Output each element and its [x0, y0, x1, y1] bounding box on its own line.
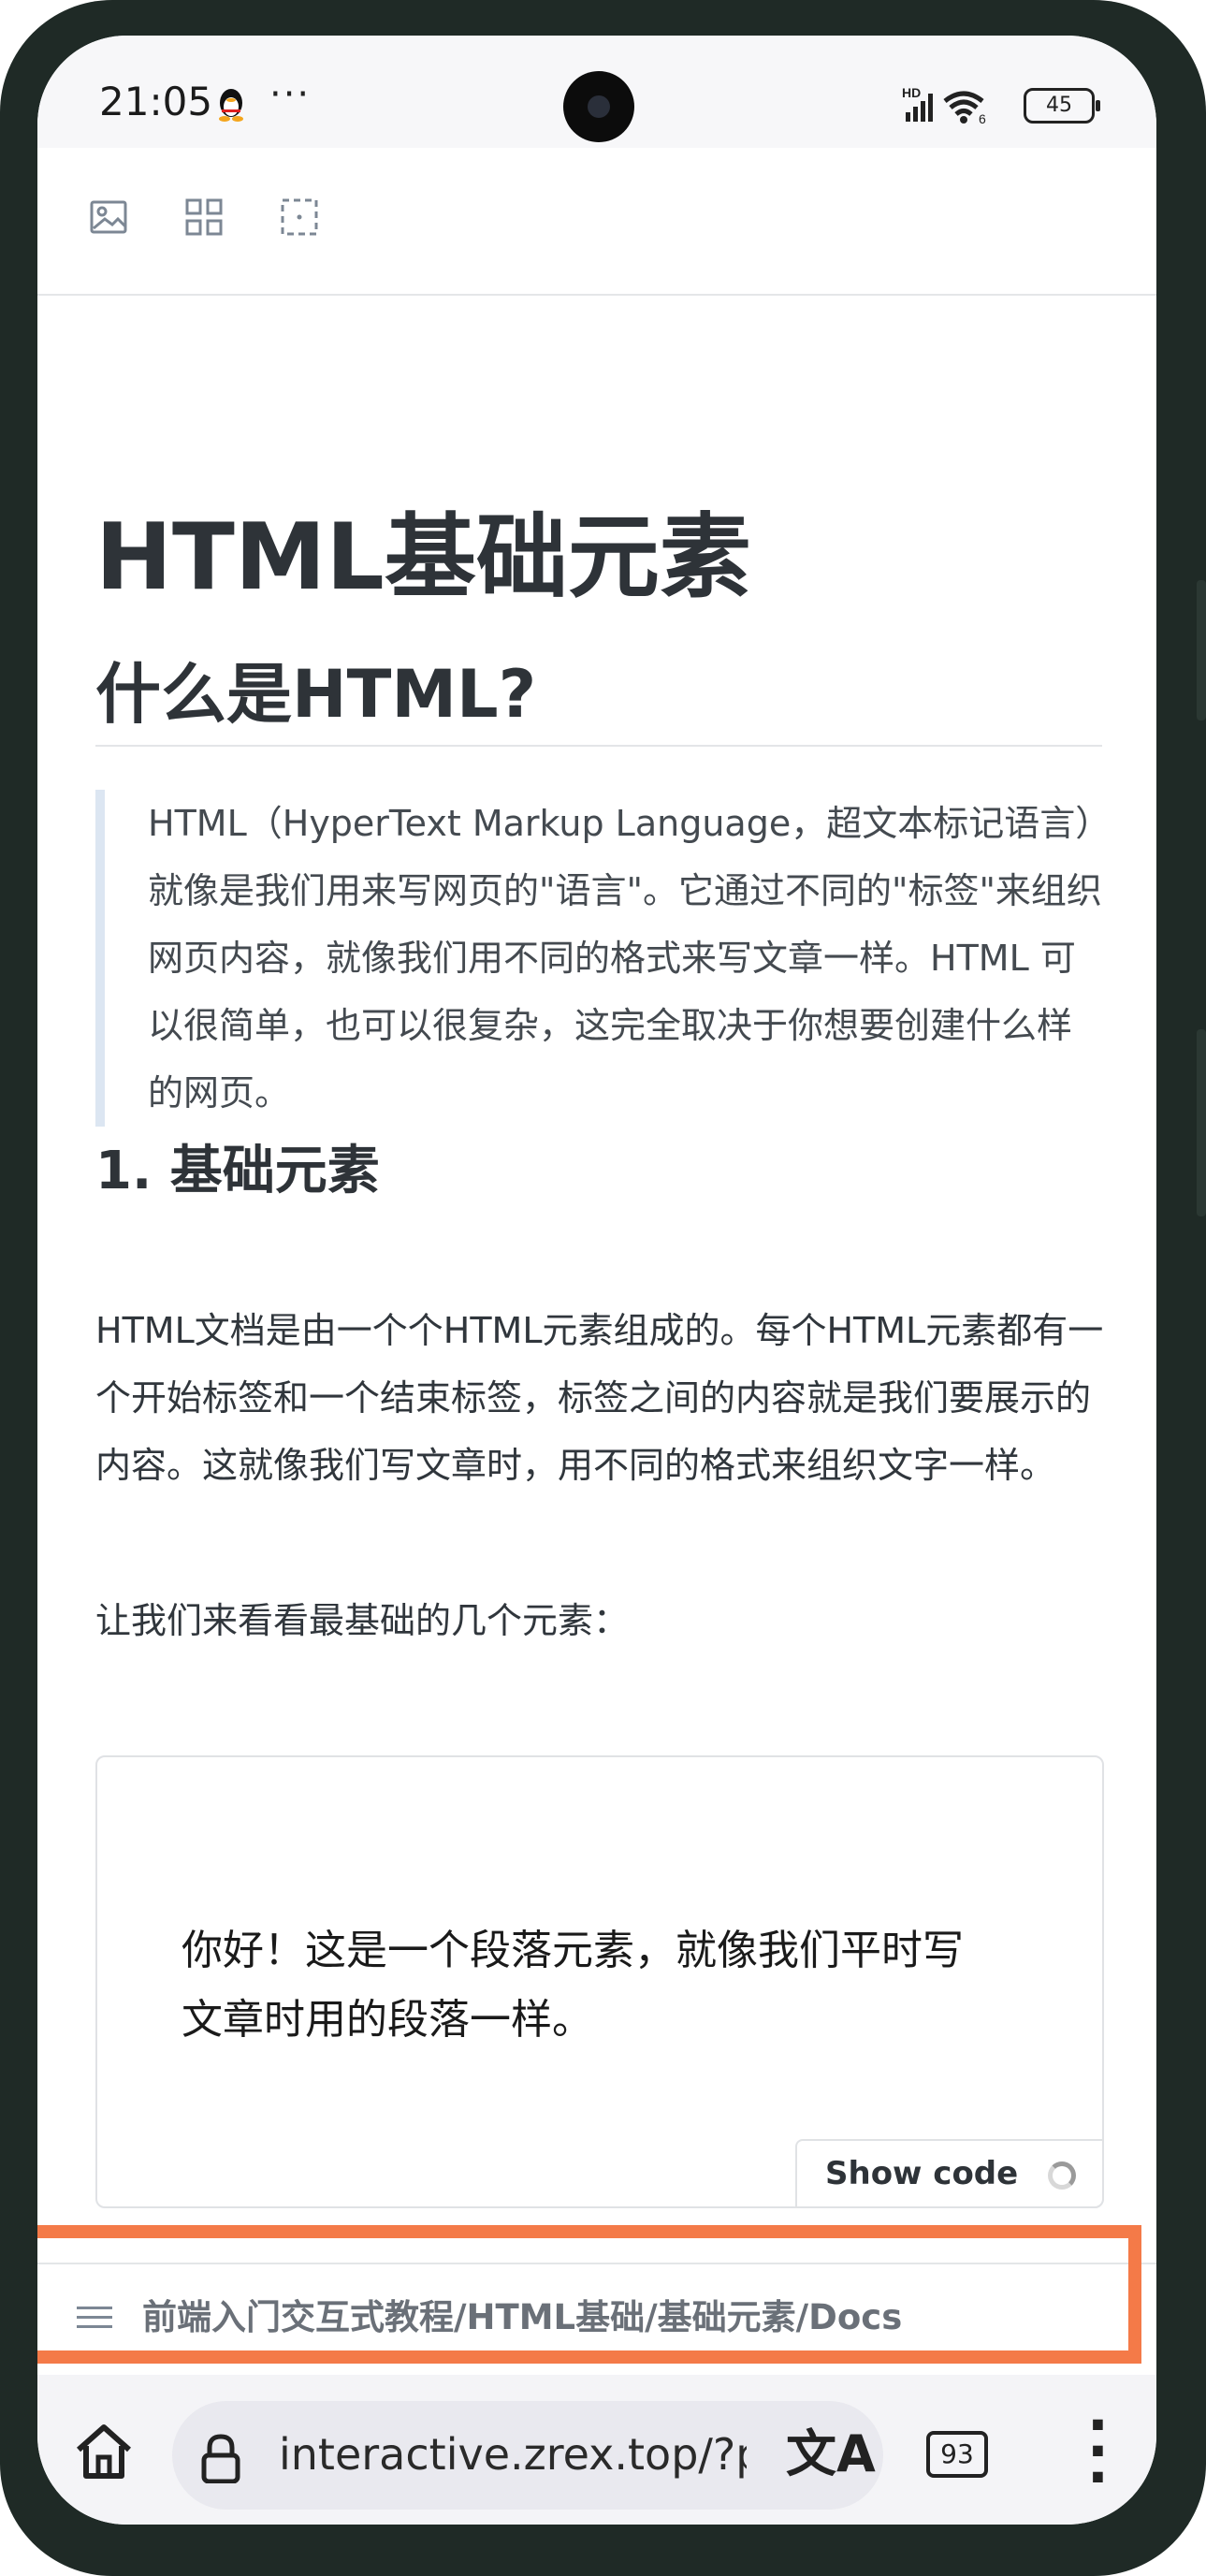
- intro-line: 让我们来看看最基础的几个元素：: [95, 1600, 630, 1641]
- power-button: [1197, 1029, 1206, 1216]
- page-toolbar: [37, 148, 1156, 296]
- demo-preview-box: 你好！这是一个段落元素，就像我们平时写文章时用的段落一样。 Show code: [95, 1755, 1104, 2208]
- demo-paragraph: 你好！这是一个段落元素，就像我们平时写文章时用的段落一样。: [182, 1927, 964, 2044]
- loading-spinner-icon: [1048, 2161, 1076, 2190]
- url-text: interactive.zrex.top/?path: [279, 2429, 747, 2480]
- grid-icon[interactable]: [182, 195, 226, 240]
- tab-count-button[interactable]: 93: [926, 2431, 988, 2478]
- section-paragraph: HTML文档是由一个个HTML元素组成的。每个HTML元素都有一个开始标签和一个…: [95, 1310, 1104, 1486]
- notification-more-icon: ···: [269, 73, 312, 116]
- select-icon[interactable]: [277, 195, 322, 240]
- intro-blockquote: HTML（HyperText Markup Language，超文本标记语言）就…: [95, 790, 1102, 1127]
- browser-bottom-bar: interactive.zrex.top/?path 文A 93 ···: [37, 2375, 1156, 2525]
- volume-button: [1197, 580, 1206, 720]
- home-icon[interactable]: [73, 2422, 135, 2481]
- battery-indicator: 45: [1024, 88, 1100, 124]
- section-heading: 1. 基础元素: [95, 1141, 380, 1201]
- address-bar[interactable]: interactive.zrex.top/?path: [172, 2401, 883, 2510]
- show-code-button[interactable]: Show code: [795, 2139, 1104, 2208]
- show-code-label: Show code: [825, 2155, 1019, 2192]
- translate-icon[interactable]: 文A: [786, 2412, 876, 2486]
- article-subtitle: 什么是HTML?: [95, 656, 537, 733]
- highlight-annotation-box: [37, 2225, 1141, 2364]
- front-camera: [563, 71, 634, 142]
- image-icon[interactable]: [86, 195, 131, 240]
- qq-penguin-icon: [219, 89, 243, 122]
- more-menu-icon[interactable]: · · ·: [1087, 2397, 1109, 2506]
- wifi-version-label: 6: [979, 111, 986, 125]
- network-type-label: HD: [902, 85, 921, 100]
- heading-divider: [95, 745, 1102, 747]
- status-time: 21:05: [99, 79, 213, 124]
- status-bar: 21:05 ··· HD 6 45: [37, 36, 1156, 148]
- page-title: HTML基础元素: [95, 504, 751, 611]
- network-wifi-indicators: HD 6: [902, 84, 1014, 129]
- lock-icon: [201, 2434, 240, 2483]
- phone-screen: 21:05 ··· HD 6 45 HTML基础元素 什么是HTML? HTML…: [37, 36, 1156, 2525]
